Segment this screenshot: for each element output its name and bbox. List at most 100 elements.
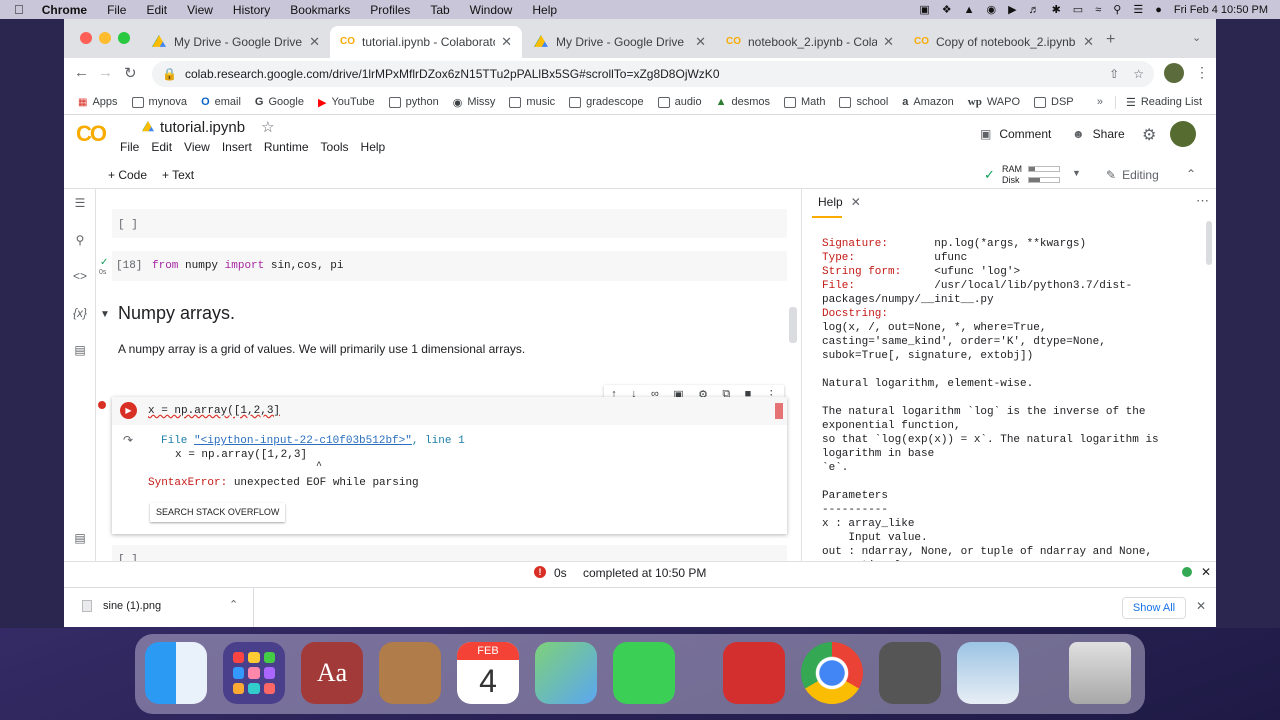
search-icon[interactable]: ⚲ (73, 233, 87, 247)
error-file-link[interactable]: "<ipython-input-22-c10f03b512bf>" (194, 435, 412, 447)
bookmark-math[interactable]: Math (784, 96, 825, 108)
command-palette-icon[interactable]: ▤ (73, 531, 87, 545)
menubar-edit[interactable]: Edit (146, 3, 167, 17)
help-more-icon[interactable]: ⋯ (1196, 193, 1209, 209)
tab-tutorial[interactable]: CO tutorial.ipynb - Colaboratory ✕ (330, 26, 522, 58)
bookmark-email[interactable]: Oemail (201, 96, 241, 108)
bookmark-gradescope[interactable]: gradescope (569, 96, 644, 108)
search-stack-overflow-button[interactable]: SEARCH STACK OVERFLOW (150, 503, 286, 522)
code-input[interactable]: x = np.array([1,2,3] (148, 405, 280, 417)
variables-icon[interactable]: {x} (73, 306, 87, 320)
menu-tools[interactable]: Tools (321, 140, 349, 154)
run-cell-button[interactable]: ▶ (120, 402, 137, 419)
messages-icon[interactable] (613, 642, 675, 704)
bookmark-missy[interactable]: ◉ Missy (453, 96, 496, 109)
output-icon[interactable]: ↷ (123, 433, 133, 447)
bookmark-mynova[interactable]: mynova (131, 96, 187, 108)
lock-icon[interactable]: 🔒 (162, 67, 177, 81)
add-code-button[interactable]: + Code (108, 168, 147, 182)
menubar-bookmarks[interactable]: Bookmarks (290, 3, 350, 17)
bookmark-audio[interactable]: audio (657, 96, 702, 108)
menubar-app-name[interactable]: Chrome (42, 3, 87, 17)
close-tab-icon[interactable]: ✕ (501, 34, 512, 50)
chrome-icon[interactable] (801, 642, 863, 704)
menubar-help[interactable]: Help (532, 3, 557, 17)
tab-drive-2[interactable]: My Drive - Google Drive ✕ (524, 26, 716, 58)
help-scrollbar[interactable] (1206, 221, 1212, 265)
siri-icon[interactable]: ● (1155, 4, 1162, 16)
resources-dropdown-icon[interactable]: ▼ (1072, 168, 1081, 178)
menu-help[interactable]: Help (361, 140, 386, 154)
download-options-icon[interactable]: ⌃ (229, 598, 238, 611)
menubar-view[interactable]: View (187, 3, 213, 17)
preview-icon[interactable] (957, 642, 1019, 704)
menubar-window[interactable]: Window (470, 3, 513, 17)
bookmark-apps[interactable]: ▦ Apps (78, 96, 118, 108)
wifi-icon[interactable]: ≈ (1095, 4, 1101, 16)
minimize-window-button[interactable] (99, 32, 111, 44)
user-avatar[interactable] (1170, 121, 1196, 147)
notification-icon[interactable]: ▲ (964, 4, 975, 16)
bookmark-wapo[interactable]: wp WAPO (968, 96, 1020, 108)
close-tab-icon[interactable]: ✕ (883, 34, 894, 50)
files-icon[interactable]: ▤ (73, 343, 87, 357)
help-tab[interactable]: Help ✕ (818, 195, 861, 209)
final-cut-icon[interactable] (879, 642, 941, 704)
code-snippets-icon[interactable]: <> (73, 269, 87, 283)
calendar-icon[interactable]: FEB 4 (457, 642, 519, 704)
bookmark-school[interactable]: school (839, 96, 888, 108)
tab-search-icon[interactable]: ⌄ (1192, 31, 1201, 44)
close-help-icon[interactable]: ✕ (851, 195, 861, 209)
collapse-section-icon[interactable]: ▼ (100, 309, 110, 320)
close-status-icon[interactable]: ✕ (1201, 565, 1211, 579)
cell-editor[interactable]: x = np.array([1,2,3] (112, 397, 787, 425)
section-heading[interactable]: Numpy arrays. (118, 303, 235, 324)
comment-button[interactable]: ▣ Comment (980, 127, 1051, 141)
bookmark-amazon[interactable]: a Amazon (902, 96, 953, 108)
bookmark-dsp[interactable]: DSP (1034, 96, 1074, 108)
more-bookmarks-icon[interactable]: » (1097, 96, 1103, 108)
menu-insert[interactable]: Insert (222, 140, 252, 154)
menubar-tab[interactable]: Tab (430, 3, 449, 17)
more-menu-icon[interactable]: ⋮ (1195, 64, 1209, 81)
star-icon[interactable]: ☆ (261, 118, 274, 136)
close-tab-icon[interactable]: ✕ (309, 34, 320, 50)
toc-icon[interactable]: ☰ (73, 196, 87, 210)
forward-icon[interactable]: → (98, 64, 113, 81)
colab-logo[interactable]: CO (76, 121, 107, 147)
menu-view[interactable]: View (184, 140, 210, 154)
bookmark-desmos[interactable]: ▲ desmos (716, 96, 770, 108)
control-center-icon[interactable]: ☰ (1133, 3, 1143, 16)
address-bar[interactable]: 🔒 colab.research.google.com/drive/1lrMPx… (152, 61, 1154, 87)
camera-icon[interactable]: ▣ (919, 3, 929, 16)
bookmark-youtube[interactable]: ▶ YouTube (318, 96, 375, 109)
code-cell-import[interactable]: ✓ 0s [18] from numpy import sin,cos, pi (99, 251, 787, 281)
menubar-history[interactable]: History (233, 3, 270, 17)
battery-icon[interactable]: ▭ (1073, 3, 1083, 16)
notebook-scrollbar[interactable] (789, 307, 797, 343)
collapse-header-icon[interactable]: ⌃ (1186, 167, 1196, 181)
reading-list[interactable]: ☰ Reading List (1114, 95, 1202, 109)
menu-edit[interactable]: Edit (151, 140, 172, 154)
gear-icon[interactable]: ⚙ (1142, 125, 1156, 145)
close-tab-icon[interactable]: ✕ (695, 34, 706, 50)
tab-copy-notebook2[interactable]: CO Copy of notebook_2.ipynb - Co ✕ (904, 26, 1104, 58)
volume-icon[interactable]: ♬ (1029, 4, 1040, 16)
add-text-button[interactable]: + Text (162, 168, 194, 182)
code-cell-empty-top[interactable]: [ ] (112, 209, 787, 238)
zoom-window-button[interactable] (118, 32, 130, 44)
launchpad-icon[interactable] (223, 642, 285, 704)
editing-button[interactable]: ✎ Editing (1106, 168, 1159, 182)
show-all-button[interactable]: Show All (1122, 597, 1186, 619)
share-url-icon[interactable]: ⇧ (1109, 67, 1119, 81)
dropbox-icon[interactable]: ❖ (942, 3, 952, 16)
mathematica-icon[interactable] (723, 642, 785, 704)
new-tab-icon[interactable]: + (1106, 31, 1115, 49)
markdown-paragraph[interactable]: A numpy array is a grid of values. We wi… (118, 342, 525, 356)
finder-icon[interactable] (145, 642, 207, 704)
bookmark-google[interactable]: G Google (255, 96, 304, 108)
bookmark-music[interactable]: music (509, 96, 555, 108)
dictionary-icon[interactable]: Aa (301, 642, 363, 704)
notebook-title-text[interactable]: tutorial.ipynb (160, 119, 245, 136)
bluetooth-icon[interactable]: ✱ (1052, 3, 1061, 16)
